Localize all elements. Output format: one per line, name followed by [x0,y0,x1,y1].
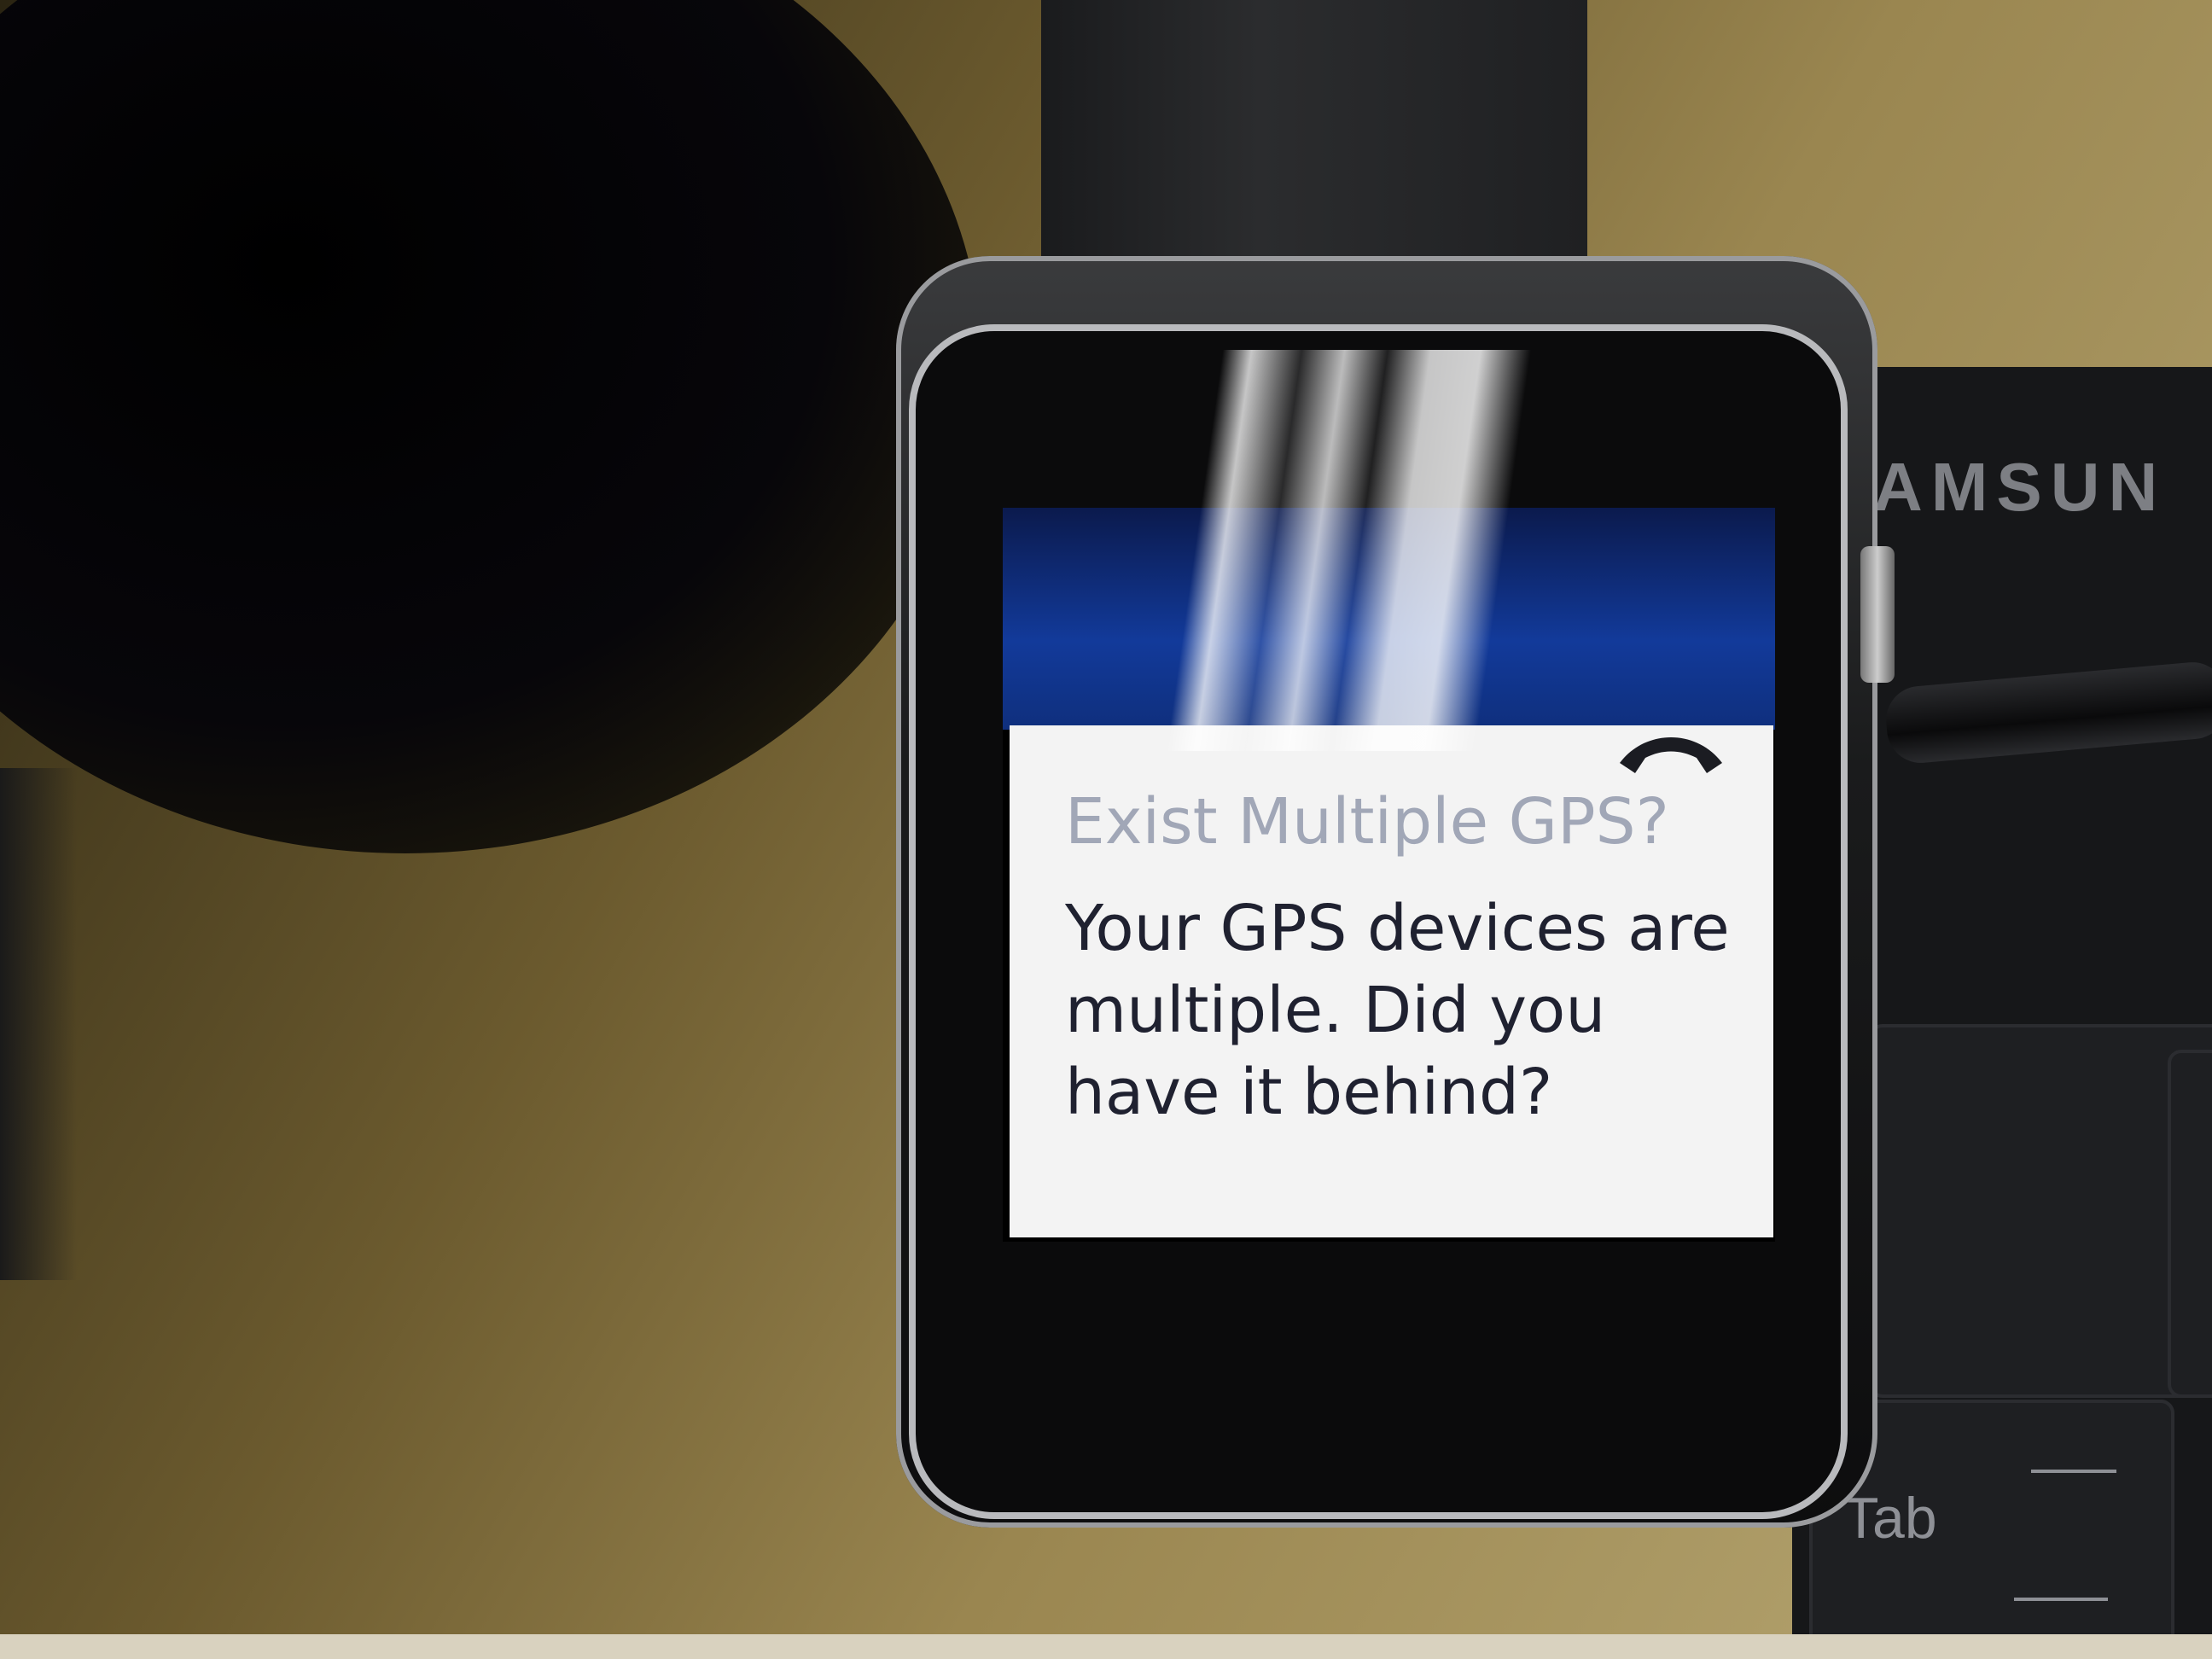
watch-side-button[interactable] [1860,546,1895,683]
notification-title: Exist Multiple GPS? [1065,785,1669,859]
left-edge-object [0,768,77,1280]
bottom-border [0,1634,2212,1659]
watch-screen[interactable]: Exist Multiple GPS? Your GPS devices are… [1003,508,1775,1242]
end-call-icon [1620,737,1722,773]
tab-arrow-left-icon [2031,1470,2116,1473]
notification-body: Your GPS devices are multiple. Did you h… [1065,892,1730,1129]
keyboard-key [1869,1024,2212,1398]
tab-key-label: Tab [1843,1486,1937,1551]
keyboard-brand-logo: AMSUN [1873,449,2167,525]
watch-face-background [1003,508,1775,730]
tab-arrow-right-icon [2014,1598,2108,1601]
keyboard-key [2168,1050,2212,1398]
photo-scene: AMSUN Tab Exist Multiple GPS? Your GPS d… [0,0,2212,1659]
notification-card[interactable]: Exist Multiple GPS? Your GPS devices are… [1010,725,1773,1237]
foreground-shadow [0,0,981,853]
